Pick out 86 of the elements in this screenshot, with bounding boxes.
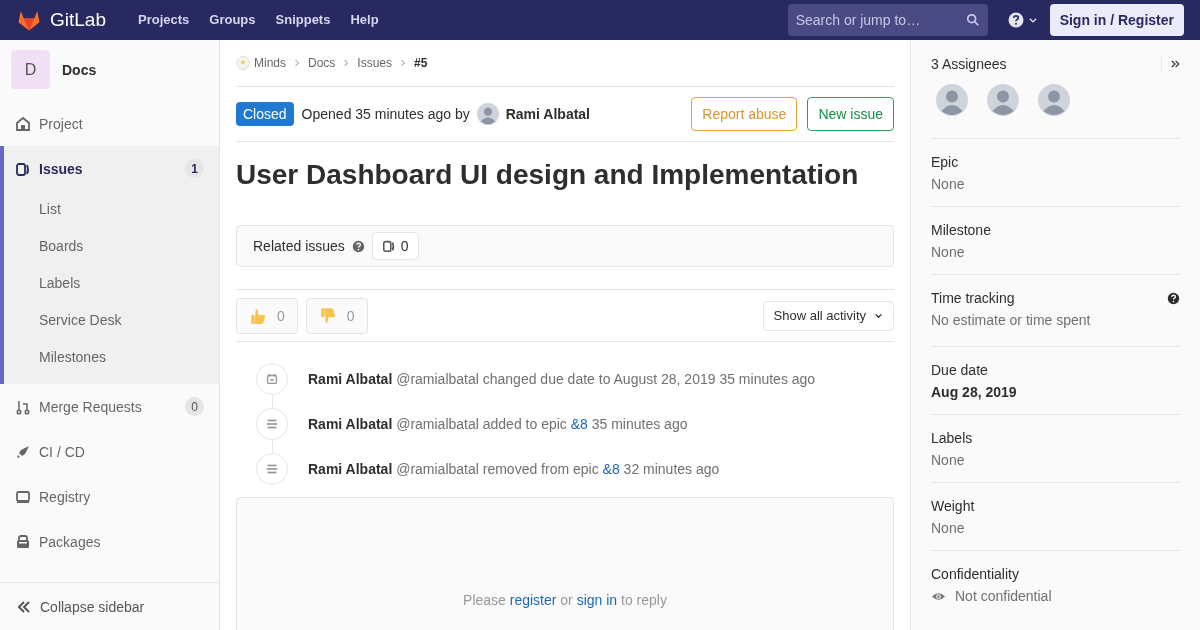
- sidebar-item[interactable]: Issues 1: [4, 146, 219, 191]
- breadcrumb-link[interactable]: #5: [414, 55, 428, 71]
- register-link[interactable]: register: [509, 592, 557, 608]
- avatar: [1038, 84, 1070, 116]
- bulb-icon: [236, 56, 250, 70]
- status-badge: Closed: [236, 102, 294, 126]
- breadcrumb-link[interactable]: Minds: [254, 55, 286, 71]
- avatar: [987, 84, 1019, 116]
- submenu-item[interactable]: Boards: [4, 228, 219, 265]
- sidebar-item[interactable]: CI / CD: [4, 429, 219, 474]
- rocket-icon: [15, 443, 31, 460]
- reply-prompt: Please register or sign in to reply: [463, 591, 667, 610]
- section-value: No estimate or time spent: [931, 311, 1091, 330]
- caret-icon: [1027, 15, 1038, 25]
- caret-icon: [874, 311, 883, 320]
- double-chevron-left-icon: [16, 598, 32, 615]
- package-icon: [15, 533, 31, 550]
- sign-in-button[interactable]: Sign in / Register: [1049, 4, 1184, 36]
- section-label: Confidentiality: [931, 565, 1020, 584]
- submenu-item[interactable]: Service Desk: [4, 302, 219, 339]
- count-badge: 1: [185, 159, 204, 178]
- avatar: [936, 84, 968, 116]
- avatar: [476, 103, 499, 125]
- submenu-item[interactable]: Labels: [4, 265, 219, 302]
- sidebar-item[interactable]: Merge Requests 0: [4, 384, 219, 429]
- nav-link[interactable]: Help: [350, 10, 379, 30]
- double-chevron-right-icon: [1170, 59, 1180, 69]
- nav-link[interactable]: Groups: [209, 10, 256, 30]
- project-avatar: D: [11, 50, 50, 89]
- section-label: Weight: [931, 497, 976, 516]
- assignees-title: 3 Assignees: [931, 55, 1008, 74]
- sidebar-item[interactable]: Registry: [4, 474, 219, 519]
- project-name[interactable]: Docs: [62, 59, 97, 80]
- registry-icon: [15, 488, 31, 505]
- section-label: Milestone: [931, 221, 992, 240]
- search-field[interactable]: Search or jump to…: [787, 4, 988, 36]
- issues-icon: [15, 160, 31, 177]
- section-value: Aug 28, 2019: [931, 383, 1017, 402]
- related-count-badge: 0: [371, 232, 419, 260]
- new-issue-button[interactable]: New issue: [807, 97, 894, 131]
- count-badge: 0: [185, 397, 204, 416]
- section-value: Not confidential: [955, 587, 1052, 606]
- collapse-sidebar-link[interactable]: Collapse sidebar: [0, 582, 219, 630]
- section-label: Labels: [931, 429, 974, 448]
- sidebar-item[interactable]: Packages: [4, 519, 219, 564]
- activity-text: Rami Albatal @ramialbatal added to epic &8 35 minutes ago: [308, 414, 688, 434]
- chevron-right-icon: [342, 59, 351, 67]
- activity-text: Rami Albatal @ramialbatal removed from epic &8 32 minutes ago: [308, 459, 720, 479]
- help-icon: [351, 239, 365, 253]
- help-icon: [1007, 12, 1024, 28]
- breadcrumb-link[interactable]: Docs: [308, 55, 336, 71]
- section-label: Time tracking: [931, 289, 1016, 308]
- section-value: None: [931, 519, 965, 538]
- related-issues-label: Related issues: [253, 237, 345, 256]
- issue-title: User Dashboard UI design and Implementation: [236, 158, 860, 192]
- chevron-right-icon: [293, 59, 301, 67]
- author-link[interactable]: Rami Albatal: [505, 104, 590, 124]
- help-dropdown[interactable]: [1007, 12, 1038, 28]
- breadcrumb-link[interactable]: Issues: [357, 55, 393, 71]
- section-label: Due date: [931, 361, 989, 380]
- search-icon: [965, 13, 980, 27]
- section-label: Epic: [931, 153, 960, 172]
- sign-in-link[interactable]: sign in: [576, 592, 618, 608]
- section-value: None: [931, 451, 965, 470]
- merge-request-icon: [15, 398, 31, 415]
- calendar-icon: [265, 371, 279, 386]
- expand-sidebar-button[interactable]: [1161, 57, 1180, 71]
- submenu-item[interactable]: List: [4, 191, 219, 228]
- nav-link[interactable]: Snippets: [275, 10, 331, 30]
- chevron-right-icon: [399, 59, 408, 67]
- thumbs-down-icon: [318, 306, 337, 325]
- activity-filter-dropdown[interactable]: Show all activity: [762, 300, 894, 331]
- epic-link[interactable]: &8: [602, 460, 620, 477]
- logo-text[interactable]: GitLab: [50, 5, 106, 35]
- submenu-item[interactable]: Milestones: [4, 339, 219, 376]
- opened-text: Opened 35 minutes ago by: [301, 105, 470, 124]
- activity-text: Rami Albatal @ramialbatal changed due date to August 28, 2019 35 minutes ago: [308, 369, 816, 389]
- issues-icon: [381, 239, 396, 253]
- nav-link[interactable]: Projects: [138, 10, 190, 30]
- help-icon: [1167, 291, 1180, 305]
- sidebar-item[interactable]: Project: [4, 101, 219, 146]
- thumbs-up-icon: [249, 306, 267, 325]
- home-icon: [15, 115, 31, 132]
- section-value: None: [931, 243, 965, 262]
- section-value: None: [931, 175, 965, 194]
- epic-link[interactable]: &8: [570, 415, 588, 432]
